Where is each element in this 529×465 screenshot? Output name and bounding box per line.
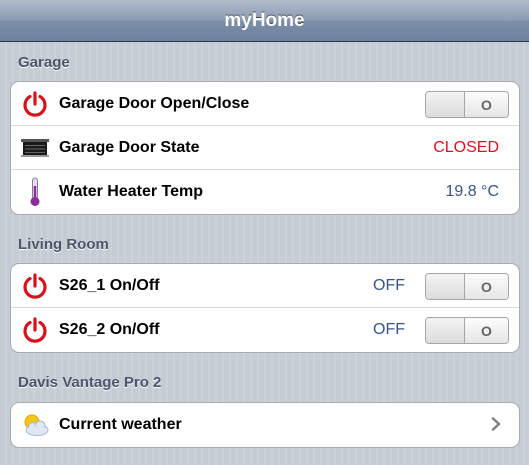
- s26-2-switch[interactable]: O: [425, 317, 509, 344]
- power-icon: [11, 82, 59, 126]
- title-bar: myHome: [0, 0, 529, 42]
- switch-knob: O: [464, 318, 508, 343]
- row-label: Garage Door Open/Close: [59, 94, 250, 112]
- row-s26-2[interactable]: S26_2 On/Off OFF O: [11, 308, 519, 352]
- page-title: myHome: [224, 9, 305, 31]
- section-title-living-room: Living Room: [18, 236, 109, 253]
- switch-knob: O: [464, 274, 508, 299]
- garage-door-state-value: CLOSED: [433, 138, 499, 156]
- row-garage-door-open-close[interactable]: Garage Door Open/Close O: [11, 82, 519, 126]
- row-label: S26_2 On/Off: [59, 321, 160, 338]
- row-label: Garage Door State: [59, 138, 200, 156]
- garage-door-switch[interactable]: O: [425, 91, 509, 118]
- section-title-garage: Garage: [18, 54, 70, 71]
- row-current-weather[interactable]: Current weather: [11, 403, 519, 447]
- power-icon: [11, 264, 59, 308]
- garage-door-icon: [11, 126, 59, 170]
- row-garage-door-state: Garage Door State CLOSED: [11, 126, 519, 170]
- row-label: Current weather: [59, 416, 182, 433]
- row-label: Water Heater Temp: [59, 183, 204, 200]
- row-s26-1[interactable]: S26_1 On/Off OFF O: [11, 264, 519, 308]
- switch-knob: O: [464, 92, 508, 117]
- sun-cloud-icon: [11, 403, 59, 447]
- group-living-room: S26_1 On/Off OFF O S26_2 On/Off OFF O: [10, 263, 520, 353]
- power-icon: [11, 308, 59, 352]
- section-title-davis-vantage: Davis Vantage Pro 2: [18, 374, 162, 391]
- thermometer-icon: [11, 170, 59, 214]
- group-garage: Garage Door Open/Close O Garage Door Sta…: [10, 81, 520, 215]
- row-water-heater-temp: Water Heater Temp 19.8 °C: [11, 170, 519, 214]
- row-label: S26_1 On/Off: [59, 276, 160, 294]
- s26-2-state-value: OFF: [373, 321, 405, 338]
- water-heater-temp-value: 19.8 °C: [445, 183, 499, 200]
- chevron-right-icon: [491, 417, 501, 436]
- s26-1-state-value: OFF: [373, 276, 405, 294]
- s26-1-switch[interactable]: O: [425, 273, 509, 300]
- group-davis-vantage: Current weather: [10, 402, 520, 448]
